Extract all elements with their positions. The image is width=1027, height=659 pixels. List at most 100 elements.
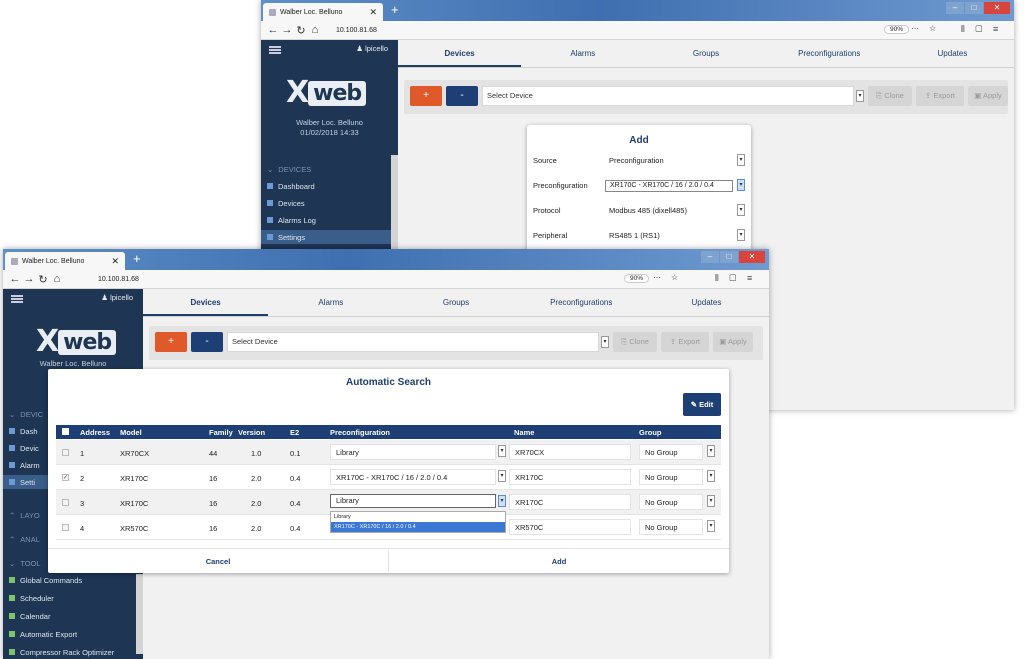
back-sidebar-item-devices[interactable]: Devices xyxy=(267,196,305,210)
back-sidebar-section-devices[interactable]: ⌄ DEVICES xyxy=(267,162,311,176)
back-zoom-level[interactable]: 90% xyxy=(884,25,910,34)
home-icon[interactable]: ⌂ xyxy=(50,273,64,285)
back-remove-device-button[interactable]: - xyxy=(446,86,478,106)
back-tab-alarms[interactable]: Alarms xyxy=(521,40,644,67)
row-group-dropdown-icon[interactable]: ▾ xyxy=(707,520,715,532)
row-preconfiguration-select[interactable]: Library xyxy=(330,444,496,460)
new-tab-icon[interactable]: + xyxy=(133,251,141,267)
reload-icon[interactable]: ↻ xyxy=(36,273,50,286)
row-checkbox-checked[interactable]: ✓ xyxy=(62,474,69,481)
minimize-icon[interactable]: – xyxy=(701,251,719,263)
back-tab-devices[interactable]: Devices xyxy=(398,40,522,67)
row-checkbox[interactable] xyxy=(62,449,69,456)
dropdown-option-library[interactable]: Library xyxy=(331,512,505,522)
row-name-input[interactable]: XR70CX xyxy=(509,444,631,460)
preconfiguration-dropdown-icon[interactable]: ▾ xyxy=(737,179,745,191)
sidebar-item-scheduler[interactable]: Scheduler xyxy=(9,591,54,605)
front-remove-device-button[interactable]: - xyxy=(191,332,223,352)
front-sidebar-item-devices[interactable]: Devic xyxy=(9,441,39,455)
back-arrow-icon[interactable]: ← xyxy=(8,273,22,285)
forward-arrow-icon[interactable]: → xyxy=(280,24,294,36)
minimize-icon[interactable]: – xyxy=(946,2,964,14)
close-window-icon[interactable]: ✕ xyxy=(739,251,765,263)
row-group-select[interactable]: No Group xyxy=(639,469,703,485)
row-group-dropdown-icon[interactable]: ▾ xyxy=(707,445,715,457)
front-url-field[interactable]: 10.100.81.68 xyxy=(98,276,139,283)
back-sidebar-scrollbar[interactable] xyxy=(391,155,398,250)
new-tab-icon[interactable]: + xyxy=(391,2,399,18)
dropdown-option-xr170c[interactable]: XR170C - XR170C / 16 / 2.0 / 0.4 xyxy=(331,522,505,532)
front-export-button[interactable]: ⇪ Export xyxy=(661,332,709,352)
back-clone-button[interactable]: ⎘ Clone xyxy=(868,86,912,106)
sidebar-item-compressor-rack-optimizer[interactable]: Compressor Rack Optimizer xyxy=(9,645,114,659)
more-icon[interactable]: ··· xyxy=(653,273,661,282)
sidebar-item-global-commands[interactable]: Global Commands xyxy=(9,573,82,587)
hamburger-menu-icon[interactable] xyxy=(269,46,281,54)
bookmark-star-icon[interactable]: ☆ xyxy=(671,273,678,282)
front-sidebar-scrollbar[interactable] xyxy=(136,574,143,654)
preconfiguration-select[interactable]: XR170C - XR170C / 16 / 2.0 / 0.4 xyxy=(605,180,733,192)
edit-button[interactable]: ✎ Edit xyxy=(683,393,721,416)
front-sidebar-section-devices[interactable]: ⌄ DEVIC xyxy=(9,407,43,421)
front-tab-preconfigurations[interactable]: Preconfigurations xyxy=(519,289,644,316)
sidebar-item-automatic-export[interactable]: Automatic Export xyxy=(9,627,77,641)
maximize-icon[interactable]: □ xyxy=(720,251,738,263)
protocol-dropdown-icon[interactable]: ▾ xyxy=(737,204,745,216)
close-tab-icon[interactable]: ✕ xyxy=(369,7,377,18)
source-select[interactable]: Preconfiguration xyxy=(605,153,733,168)
back-sidebar-item-settings[interactable]: Settings xyxy=(261,230,398,244)
back-apply-button[interactable]: ▣ Apply xyxy=(968,86,1008,106)
front-zoom-level[interactable]: 90% xyxy=(624,274,650,283)
front-sidebar-section-layout[interactable]: ⌃ LAYO xyxy=(9,508,40,522)
front-tab-alarms[interactable]: Alarms xyxy=(268,289,393,316)
front-sidebar-item-alarms[interactable]: Alarm xyxy=(9,458,40,472)
back-user-label[interactable]: ♟ lpicello xyxy=(356,44,388,53)
home-icon[interactable]: ⌂ xyxy=(308,24,322,36)
forward-arrow-icon[interactable]: → xyxy=(22,273,36,285)
back-url-field[interactable]: 10.100.81.68 xyxy=(336,27,377,34)
back-tab-groups[interactable]: Groups xyxy=(644,40,767,67)
reload-icon[interactable]: ↻ xyxy=(294,24,308,37)
row-preconfiguration-select-open[interactable]: Library xyxy=(330,494,496,508)
back-select-device-dropdown-icon[interactable]: ▾ xyxy=(856,90,864,102)
back-tab-preconfigurations[interactable]: Preconfigurations xyxy=(768,40,891,67)
front-clone-button[interactable]: ⎘ Clone xyxy=(613,332,657,352)
front-apply-button[interactable]: ▣ Apply xyxy=(713,332,753,352)
row-group-dropdown-icon[interactable]: ▾ xyxy=(707,470,715,482)
front-sidebar-item-dashboard[interactable]: Dash xyxy=(9,424,38,438)
back-export-button[interactable]: ⇪ Export xyxy=(916,86,964,106)
library-icon[interactable]: ⫴ ▢ ≡ xyxy=(961,24,1002,35)
library-icon[interactable]: ⫴ ▢ ≡ xyxy=(715,273,756,284)
maximize-icon[interactable]: □ xyxy=(965,2,983,14)
row-checkbox[interactable] xyxy=(62,499,69,506)
back-tab-updates[interactable]: Updates xyxy=(891,40,1014,67)
source-dropdown-icon[interactable]: ▾ xyxy=(737,154,745,166)
back-sidebar-item-dashboard[interactable]: Dashboard xyxy=(267,179,315,193)
select-all-checkbox[interactable] xyxy=(62,428,69,435)
row-preconfiguration-dropdown-icon[interactable]: ▾ xyxy=(498,495,506,507)
back-sidebar-item-alarms-log[interactable]: Alarms Log xyxy=(267,213,316,227)
row-name-input[interactable]: XR170C xyxy=(509,494,631,510)
back-browser-tab[interactable]: Walber Loc. Belluno ✕ xyxy=(263,3,383,21)
row-name-input[interactable]: XR170C xyxy=(509,469,631,485)
peripheral-select[interactable]: RS485 1 (RS1) xyxy=(605,228,733,243)
front-tab-groups[interactable]: Groups xyxy=(393,289,518,316)
sidebar-item-calendar[interactable]: Calendar xyxy=(9,609,50,623)
protocol-select[interactable]: Modbus 485 (dixell485) xyxy=(605,203,733,218)
row-name-input[interactable]: XR570C xyxy=(509,519,631,535)
peripheral-dropdown-icon[interactable]: ▾ xyxy=(737,229,745,241)
front-sidebar-section-analysis[interactable]: ⌃ ANAL xyxy=(9,532,40,546)
front-user-label[interactable]: ♟ lpicello xyxy=(101,293,133,302)
close-window-icon[interactable]: ✕ xyxy=(984,2,1010,14)
row-preconfiguration-dropdown-icon[interactable]: ▾ xyxy=(498,470,506,482)
front-tab-devices[interactable]: Devices xyxy=(143,289,269,316)
row-preconfiguration-dropdown-icon[interactable]: ▾ xyxy=(498,445,506,457)
add-button[interactable]: Add xyxy=(389,551,729,573)
back-arrow-icon[interactable]: ← xyxy=(266,24,280,36)
close-tab-icon[interactable]: ✕ xyxy=(111,256,119,267)
row-group-select[interactable]: No Group xyxy=(639,519,703,535)
bookmark-star-icon[interactable]: ☆ xyxy=(929,24,936,33)
hamburger-menu-icon[interactable] xyxy=(11,295,23,303)
row-checkbox[interactable] xyxy=(62,524,69,531)
front-browser-tab[interactable]: Walber Loc. Belluno ✕ xyxy=(5,252,125,270)
